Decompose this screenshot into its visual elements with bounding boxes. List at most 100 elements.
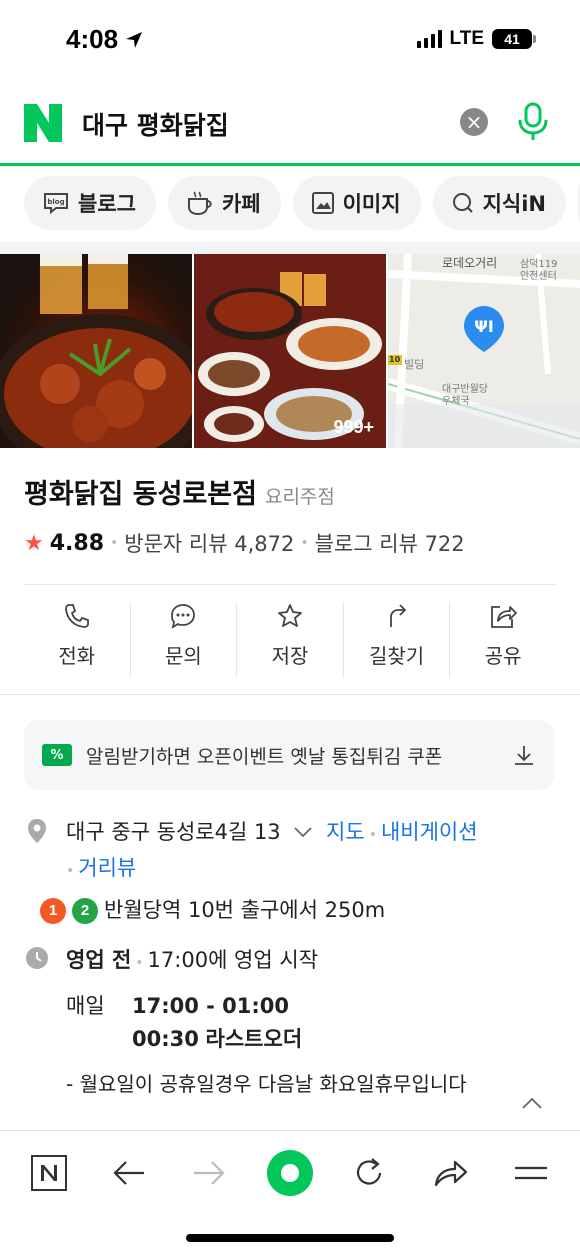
home-indicator[interactable]: [186, 1234, 394, 1242]
call-button[interactable]: 전화: [24, 602, 131, 678]
chip-label: 지식iN: [482, 192, 546, 216]
hours-day: 매일: [66, 994, 105, 1018]
refresh-button[interactable]: [346, 1151, 392, 1195]
divider: [0, 694, 580, 695]
last-order-time: 00:30: [132, 1027, 199, 1051]
chip-image[interactable]: 이미지: [292, 176, 421, 230]
battery-icon: 41: [492, 29, 536, 49]
separator-dot: •: [300, 535, 309, 551]
naver-n-icon: [31, 1155, 67, 1191]
business-status-detail: 17:00에 영업 시작: [147, 948, 319, 972]
clock-text: 4:08: [66, 24, 119, 54]
separator-dot: •: [368, 827, 377, 843]
svg-text:ΨΙ: ΨΙ: [474, 317, 494, 336]
inquiry-button[interactable]: 문의: [131, 602, 238, 678]
microphone-icon[interactable]: [516, 102, 550, 142]
chevron-down-icon[interactable]: [293, 825, 313, 839]
clock-icon: [26, 947, 48, 969]
photo-strip: 999+ ΨΙ 로데오거리 삼덕119 안전센터 10 빌딩 대구반월당 우체국: [0, 254, 580, 448]
place-meta: ★ 4.88 • 방문자 리뷰 4,872 • 블로그 리뷰 722: [24, 528, 465, 558]
business-status[interactable]: 영업 전: [66, 948, 131, 972]
divider: [24, 584, 556, 585]
naver-home-button[interactable]: [26, 1151, 72, 1195]
chip-blog[interactable]: blog 블로그: [24, 176, 156, 230]
hamburger-menu-icon: [515, 1166, 547, 1180]
navigation-link[interactable]: 내비게이션: [381, 820, 478, 844]
clear-icon[interactable]: ×: [460, 108, 488, 136]
rating-star-icon: ★: [24, 530, 44, 556]
place-name[interactable]: 평화닭집 동성로본점: [24, 472, 257, 511]
chicken-dish-image: [0, 254, 192, 448]
network-label: LTE: [449, 28, 484, 49]
hours-note: - 월요일이 공휴일경우 다음날 화요일휴무입니다: [66, 1072, 467, 1096]
forward-button[interactable]: [186, 1151, 232, 1195]
action-label: 저장: [271, 644, 309, 668]
separator-dot: •: [66, 863, 75, 879]
save-button[interactable]: 저장: [237, 602, 344, 678]
last-order-label: 라스트오더: [205, 1027, 303, 1051]
street-view-link[interactable]: 거리뷰: [78, 856, 136, 880]
subway-line-2-badge: 2: [72, 897, 98, 924]
action-label: 전화: [58, 644, 96, 668]
coupon-icon: %: [42, 744, 72, 766]
chevron-up-icon[interactable]: [520, 1096, 544, 1110]
address-section: 대구 중구 동성로4길 13 지도 • 내비게이션 • 거리뷰 1 2 반월당역 10…: [24, 816, 556, 927]
share-button[interactable]: 공유: [450, 602, 556, 678]
svg-text:blog: blog: [47, 198, 64, 206]
green-dot-button[interactable]: [262, 1145, 318, 1201]
green-dot-icon: [267, 1150, 313, 1196]
cafe-cup-icon: [187, 191, 212, 216]
blog-reviews-link[interactable]: 블로그 리뷰 722: [315, 528, 465, 558]
arrow-right-icon: [194, 1161, 225, 1185]
section-divider: [0, 242, 580, 254]
chip-label: 블로그: [78, 192, 136, 216]
map-image: ΨΙ: [388, 254, 580, 448]
signal-icon: [416, 30, 442, 48]
chip-knowledge[interactable]: 지식iN: [432, 176, 566, 230]
chat-icon: [171, 604, 196, 629]
food-photo-2[interactable]: 999+: [194, 254, 386, 448]
share-arrow-icon: [434, 1160, 468, 1187]
menu-button[interactable]: [508, 1151, 554, 1195]
location-arrow-icon: [126, 31, 143, 48]
naver-logo-icon[interactable]: [24, 104, 62, 142]
map-thumbnail[interactable]: ΨΙ 로데오거리 삼덕119 안전센터 10 빌딩 대구반월당 우체국: [388, 254, 580, 448]
chip-label: 이미지: [342, 192, 401, 216]
search-input[interactable]: 대구 평화닭집: [82, 106, 229, 142]
place-category: 요리주점: [264, 486, 335, 508]
directions-icon: [389, 604, 406, 627]
action-label: 길찾기: [368, 644, 425, 668]
separator-dot: •: [135, 955, 144, 971]
hours-range: 17:00 - 01:00: [132, 994, 290, 1018]
chip-cafe[interactable]: 카페: [167, 176, 281, 230]
map-label-fire-station: 삼덕119 안전센터: [520, 259, 558, 282]
share-page-button[interactable]: [428, 1151, 474, 1195]
back-button[interactable]: [106, 1151, 152, 1195]
action-label: 공유: [484, 644, 522, 668]
image-icon: [311, 192, 334, 214]
separator-dot: •: [110, 535, 119, 551]
phone-icon: [64, 604, 89, 628]
download-icon[interactable]: [512, 743, 536, 767]
star-icon: [278, 604, 302, 627]
subway-directions: 반월당역 10번 출구에서 250m: [104, 898, 386, 922]
map-label-street: 로데오거리: [442, 256, 498, 270]
directions-button[interactable]: 길찾기: [344, 602, 451, 678]
knowledge-icon: [452, 193, 473, 213]
search-category-chips: blog 블로그 카페 이미지 지식iN: [0, 176, 580, 234]
photo-count-badge: 999+: [333, 417, 374, 437]
food-photo-1[interactable]: [0, 254, 192, 448]
map-label-bus: 10: [389, 355, 401, 364]
address-text[interactable]: 대구 중구 동성로4길 13: [66, 820, 281, 844]
coupon-banner[interactable]: % 알림받기하면 오픈이벤트 옛날 통집튀김 쿠폰: [24, 720, 554, 790]
share-icon: [491, 606, 518, 628]
blog-icon: blog: [44, 193, 68, 215]
subway-info: 1 2 반월당역 10번 출구에서 250m: [24, 894, 556, 927]
map-link[interactable]: 지도: [326, 820, 365, 844]
status-time: 4:08: [66, 24, 144, 55]
rating-value: 4.88: [49, 530, 105, 556]
status-bar: 4:08 LTE 41: [0, 0, 580, 82]
subway-line-1-badge: 1: [40, 897, 66, 924]
visitor-reviews-link[interactable]: 방문자 리뷰 4,872: [124, 528, 294, 558]
action-label: 문의: [164, 644, 202, 668]
